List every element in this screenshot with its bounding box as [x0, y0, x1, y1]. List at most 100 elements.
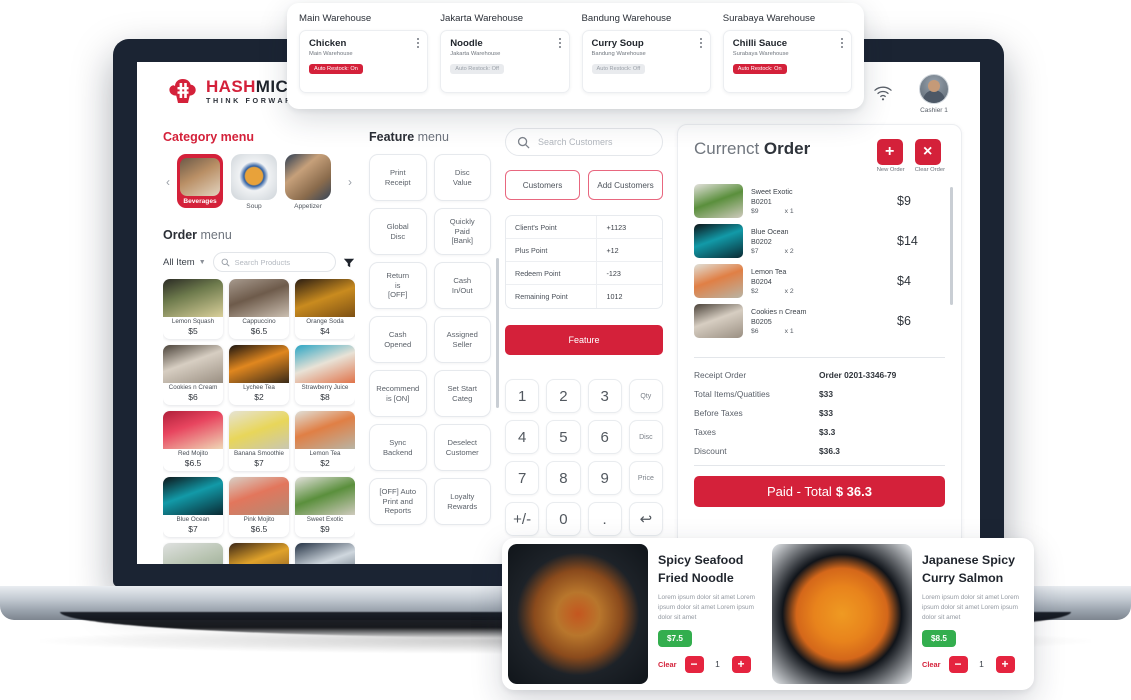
product-name: Lemon Squash	[171, 318, 215, 325]
close-icon[interactable]: ×	[914, 139, 941, 165]
warehouse-card-item[interactable]: Chicken Main Warehouse Auto Restock: On	[299, 30, 429, 93]
keypad-key-2[interactable]: 2	[546, 379, 581, 413]
keypad-key-7[interactable]: 7	[505, 461, 540, 495]
product-card[interactable]: Sweet Exotic $9	[295, 476, 355, 537]
order-item-row[interactable]: Sweet Exotic B0201 $9 x 1 $9	[694, 181, 945, 221]
category-item-soup[interactable]: Soup	[231, 154, 277, 210]
product-card[interactable]	[295, 542, 355, 564]
feature-button[interactable]: Set Start Categ	[433, 370, 491, 417]
avatar[interactable]	[919, 74, 949, 104]
feature-button[interactable]: Global Disc	[369, 208, 427, 255]
all-item-dropdown[interactable]: All Item ▼	[163, 257, 206, 268]
product-card[interactable]: Blue Ocean $7	[163, 476, 223, 537]
keypad-key-[interactable]: .	[587, 502, 622, 536]
product-card[interactable]: Lychee Tea $2	[229, 344, 289, 405]
product-card[interactable]: Banana Smoothie $7	[229, 410, 289, 471]
paid-total-button[interactable]: Paid - Total $ 36.3	[694, 476, 945, 507]
search-products-input[interactable]: Search Products	[212, 252, 336, 272]
warehouse-card-item[interactable]: Chilli Sauce Surabaya Warehouse Auto Resto…	[722, 30, 852, 93]
feature-action-button[interactable]: Feature	[505, 325, 663, 355]
order-item-row[interactable]: Blue Ocean B0202 $7 x 2 $14	[694, 221, 945, 261]
new-order-action[interactable]: + New Order	[876, 139, 905, 173]
product-price: $6.5	[250, 325, 268, 336]
filter-icon[interactable]	[343, 256, 355, 268]
feature-button[interactable]: Disc Value	[433, 154, 491, 201]
keypad-key-3[interactable]: 3	[587, 379, 622, 413]
search-customers-placeholder: Search Customers	[538, 137, 613, 147]
keypad-key-[interactable]: +/-	[505, 502, 540, 536]
keypad-key-4[interactable]: 4	[505, 420, 540, 454]
product-card[interactable]: Red Mojito $6.5	[163, 410, 223, 471]
all-item-label: All Item	[163, 256, 195, 268]
order-list-scrollbar[interactable]	[950, 187, 953, 305]
feature-button[interactable]: Assigned Seller	[433, 316, 491, 363]
warehouse-card-item[interactable]: Curry Soup Bandung Warehouse Auto Restock:…	[581, 30, 711, 93]
warehouse-card-item[interactable]: Noodle Jakarta Warehouse Auto Restock: Off	[440, 30, 570, 93]
customer-buttons: Customers Add Customers	[505, 170, 663, 200]
summary-value: $3.3	[819, 427, 836, 437]
more-options-icon[interactable]	[699, 38, 702, 50]
feature-button[interactable]: Deselect Customer	[433, 424, 491, 471]
feature-button[interactable]: Print Receipt	[369, 154, 427, 201]
feature-button[interactable]: Recommend is [ON]	[369, 370, 427, 417]
product-card[interactable]: Strawberry Juice $8	[295, 344, 355, 405]
feature-button[interactable]: Cash In/Out	[433, 262, 491, 309]
keypad-key-5[interactable]: 5	[546, 420, 581, 454]
increment-button[interactable]: +	[731, 655, 751, 673]
keypad-key-0[interactable]: 0	[546, 502, 581, 536]
product-card[interactable]: Lemon Squash $5	[163, 279, 223, 339]
search-customers-input[interactable]: Search Customers	[505, 128, 663, 156]
feature-scrollbar[interactable]	[496, 258, 499, 408]
clear-order-action[interactable]: × Clear Order	[914, 139, 945, 173]
order-item-image	[694, 184, 743, 218]
keypad-key-8[interactable]: 8	[546, 461, 581, 495]
product-card[interactable]: Lemon Tea $2	[295, 410, 355, 471]
more-options-icon[interactable]	[558, 38, 561, 50]
food-card[interactable]: Japanese Spicy Curry Salmon Lorem ipsum do…	[772, 544, 1028, 684]
keypad-key-9[interactable]: 9	[587, 461, 622, 495]
keypad-key-price[interactable]: Price	[628, 461, 663, 495]
keypad-key-qty[interactable]: Qty	[628, 379, 663, 413]
product-card[interactable]: Orange Soda $4	[295, 279, 355, 339]
keypad-key-[interactable]: ↩	[628, 502, 663, 536]
product-card[interactable]: Pink Mojito $6.5	[229, 476, 289, 537]
decrement-button[interactable]: −	[948, 655, 968, 673]
order-item-row[interactable]: Cookies n Cream B0205 $6 x 1 $6	[694, 301, 945, 341]
order-item-code: B0202	[751, 237, 772, 246]
add-customers-button[interactable]: Add Customers	[588, 170, 663, 200]
feature-button[interactable]: Cash Opened	[369, 316, 427, 363]
feature-button[interactable]: Loyalty Rewards	[433, 478, 491, 525]
category-prev-arrow[interactable]: ‹	[163, 175, 173, 189]
more-options-icon[interactable]	[841, 38, 843, 50]
feature-button[interactable]: [OFF] Auto Print and Reports	[369, 478, 427, 525]
cashier-profile[interactable]: Cashier 1	[910, 74, 958, 114]
order-item-row[interactable]: Lemon Tea B0204 $2 x 2 $4	[694, 261, 945, 301]
decrement-button[interactable]: −	[684, 655, 704, 673]
category-next-arrow[interactable]: ›	[345, 175, 355, 189]
feature-button[interactable]: Return is [OFF]	[369, 262, 427, 309]
clear-button[interactable]: Clear	[658, 660, 677, 669]
more-options-icon[interactable]	[417, 38, 420, 50]
category-item-appetizer[interactable]: Appetizer	[285, 154, 331, 210]
wifi-icon[interactable]	[872, 82, 894, 102]
product-image	[163, 410, 223, 449]
product-card[interactable]: Cookies n Cream $6	[163, 344, 223, 405]
order-item-name: Cookies n Cream	[751, 307, 807, 317]
food-body: Japanese Spicy Curry Salmon Lorem ipsum do…	[922, 544, 1028, 684]
keypad-key-1[interactable]: 1	[505, 379, 540, 413]
feature-button[interactable]: Sync Backend	[369, 424, 427, 471]
feature-button[interactable]: Quickly Paid [Bank]	[433, 208, 491, 255]
product-card[interactable]: Cappuccino $6.5	[229, 279, 289, 339]
plus-icon[interactable]: +	[876, 139, 903, 165]
customers-button[interactable]: Customers	[505, 170, 580, 200]
food-card[interactable]: Spicy Seafood Fried Noodle Lorem ipsum dol…	[508, 544, 764, 684]
product-image	[163, 344, 223, 383]
product-card[interactable]	[229, 542, 289, 564]
increment-button[interactable]: +	[995, 655, 1015, 673]
keypad-key-disc[interactable]: Disc	[628, 420, 663, 454]
clear-button[interactable]: Clear	[922, 660, 941, 669]
product-card[interactable]	[163, 542, 223, 564]
product-image	[295, 476, 355, 515]
keypad-key-6[interactable]: 6	[587, 420, 622, 454]
category-item-beverages[interactable]: Beverages	[177, 154, 223, 210]
